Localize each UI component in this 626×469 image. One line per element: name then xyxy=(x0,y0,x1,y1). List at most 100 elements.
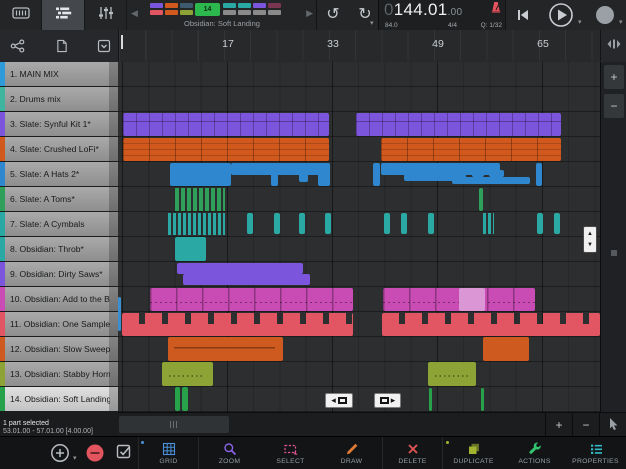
auto-scroll-button[interactable] xyxy=(599,413,626,436)
overview-track-pill[interactable] xyxy=(253,3,266,8)
transport-display[interactable]: 0144.01.00 84.0 4/4 Q: 1/32 xyxy=(378,0,506,30)
media-browser-button[interactable] xyxy=(0,0,42,30)
overview-track-pill[interactable] xyxy=(253,10,266,15)
track-row[interactable]: 6. Slate: A Toms* xyxy=(0,187,118,211)
clip[interactable] xyxy=(381,138,561,161)
undo-button[interactable]: ↺ xyxy=(320,3,346,27)
locator-left-button[interactable]: ◂ xyxy=(325,393,353,408)
clip[interactable] xyxy=(318,163,330,186)
redo-button[interactable]: ↻ xyxy=(352,3,378,27)
track-row[interactable]: 7. Slate: A Cymbals xyxy=(0,212,118,236)
skip-to-start-button[interactable] xyxy=(515,8,531,27)
overview-track-pill[interactable] xyxy=(180,3,193,8)
clip[interactable] xyxy=(489,170,504,177)
track-row[interactable]: 9. Obsidian: Dirty Saws* xyxy=(0,262,118,286)
clip[interactable] xyxy=(118,297,121,331)
routing-icon[interactable] xyxy=(10,39,26,58)
horizontal-scrollbar-thumb[interactable] xyxy=(119,416,229,433)
zoom-out-vertical-button[interactable]: − xyxy=(604,94,624,118)
clip[interactable] xyxy=(175,237,206,261)
clip[interactable] xyxy=(452,177,530,184)
play-dropdown-caret-icon[interactable]: ▾ xyxy=(578,18,582,26)
clip[interactable] xyxy=(384,213,390,234)
overview-track-pill[interactable] xyxy=(223,10,236,15)
record-dropdown-caret-icon[interactable]: ▾ xyxy=(619,18,623,26)
clip[interactable] xyxy=(554,213,560,234)
track-row[interactable]: 3. Slate: Synful Kit 1* xyxy=(0,112,118,136)
arrange-grid[interactable]: ▲ ▼ ◂ ▸ xyxy=(118,62,600,412)
clip[interactable] xyxy=(274,213,280,234)
arrange-view-button[interactable] xyxy=(42,0,85,30)
clip[interactable] xyxy=(479,188,483,211)
clip[interactable] xyxy=(428,213,434,234)
horizontal-scrollbar-track[interactable] xyxy=(118,413,545,436)
track-row[interactable]: 5. Slate: A Hats 2* xyxy=(0,162,118,186)
clip[interactable] xyxy=(299,213,305,234)
stepper-up-icon[interactable]: ▲ xyxy=(587,231,593,237)
overview-track-pill[interactable] xyxy=(268,10,281,15)
clip[interactable] xyxy=(483,213,494,234)
clip[interactable] xyxy=(271,163,278,186)
overview-track-pill[interactable] xyxy=(150,10,163,15)
overview-track-pill[interactable] xyxy=(268,3,281,8)
overview-selected-pill[interactable]: 14 xyxy=(195,3,220,16)
overview-track-pill[interactable] xyxy=(180,10,193,15)
clip[interactable] xyxy=(168,213,225,235)
overview-track-pill[interactable] xyxy=(238,10,251,15)
track-row[interactable]: 10. Obsidian: Add to the Bass* xyxy=(0,287,118,311)
toolbar-button-properties[interactable]: PROPERTIES xyxy=(565,437,626,469)
clip[interactable] xyxy=(429,388,432,411)
zoom-in-vertical-button[interactable]: + xyxy=(604,65,624,89)
toolbar-button-draw[interactable]: DRAW xyxy=(321,437,382,469)
clip[interactable] xyxy=(162,362,213,386)
clip[interactable] xyxy=(247,213,253,234)
toolbar-button-delete[interactable]: DELETE xyxy=(382,437,443,469)
zoom-in-horizontal-button[interactable]: + xyxy=(545,413,572,436)
clip[interactable] xyxy=(401,213,407,234)
overview-track-pill[interactable] xyxy=(223,3,236,8)
clip[interactable] xyxy=(175,387,180,411)
track-row[interactable]: 1. MAIN MIX xyxy=(0,62,118,86)
track-row[interactable]: 11. Obsidian: One Sample Pian.. xyxy=(0,312,118,336)
clip[interactable] xyxy=(122,313,353,336)
clip[interactable] xyxy=(170,163,231,186)
play-button[interactable] xyxy=(548,2,574,33)
clip[interactable] xyxy=(123,113,329,136)
toolbar-button-duplicate[interactable]: DUPLICATE xyxy=(443,437,504,469)
clip[interactable] xyxy=(459,288,485,311)
track-row[interactable]: 8. Obsidian: Throb* xyxy=(0,237,118,261)
panel-splitter-button[interactable] xyxy=(600,30,626,61)
remove-track-button[interactable] xyxy=(85,443,105,468)
toolbar-button-select[interactable]: SELECT xyxy=(260,437,321,469)
clip[interactable] xyxy=(299,163,308,182)
ruler[interactable]: 17334965 xyxy=(118,30,601,61)
clip[interactable] xyxy=(123,138,329,161)
clip[interactable] xyxy=(537,213,543,234)
clip[interactable] xyxy=(356,113,561,136)
clip[interactable] xyxy=(472,170,484,177)
overview-track-pill[interactable] xyxy=(150,3,163,8)
clip[interactable] xyxy=(481,388,484,411)
metronome-icon[interactable] xyxy=(490,1,502,20)
clip[interactable] xyxy=(183,274,310,285)
select-dropdown-box-icon[interactable] xyxy=(97,39,111,58)
clip[interactable] xyxy=(428,362,476,386)
track-row[interactable]: 14. Obsidian: Soft Landing xyxy=(0,387,118,411)
document-icon[interactable] xyxy=(56,39,68,58)
add-track-button[interactable] xyxy=(50,443,70,468)
overview-track-pill[interactable] xyxy=(165,3,178,8)
toolbar-button-zoom[interactable]: ZOOM xyxy=(199,437,260,469)
vertical-scrollbar-thumb[interactable] xyxy=(611,250,617,256)
clip[interactable] xyxy=(536,163,542,186)
toolbar-button-actions[interactable]: ACTIONS xyxy=(504,437,565,469)
stepper-down-icon[interactable]: ▼ xyxy=(587,242,593,248)
overview-track-pill[interactable] xyxy=(238,3,251,8)
add-track-caret-icon[interactable]: ▾ xyxy=(73,454,77,462)
locator-right-button[interactable]: ▸ xyxy=(374,393,401,408)
mixer-view-button[interactable] xyxy=(85,0,127,30)
record-button[interactable] xyxy=(594,4,616,31)
clip[interactable] xyxy=(168,337,283,361)
clip[interactable] xyxy=(177,263,303,274)
track-row[interactable]: 13. Obsidian: Stabby Horns xyxy=(0,362,118,386)
clip[interactable] xyxy=(382,313,600,336)
